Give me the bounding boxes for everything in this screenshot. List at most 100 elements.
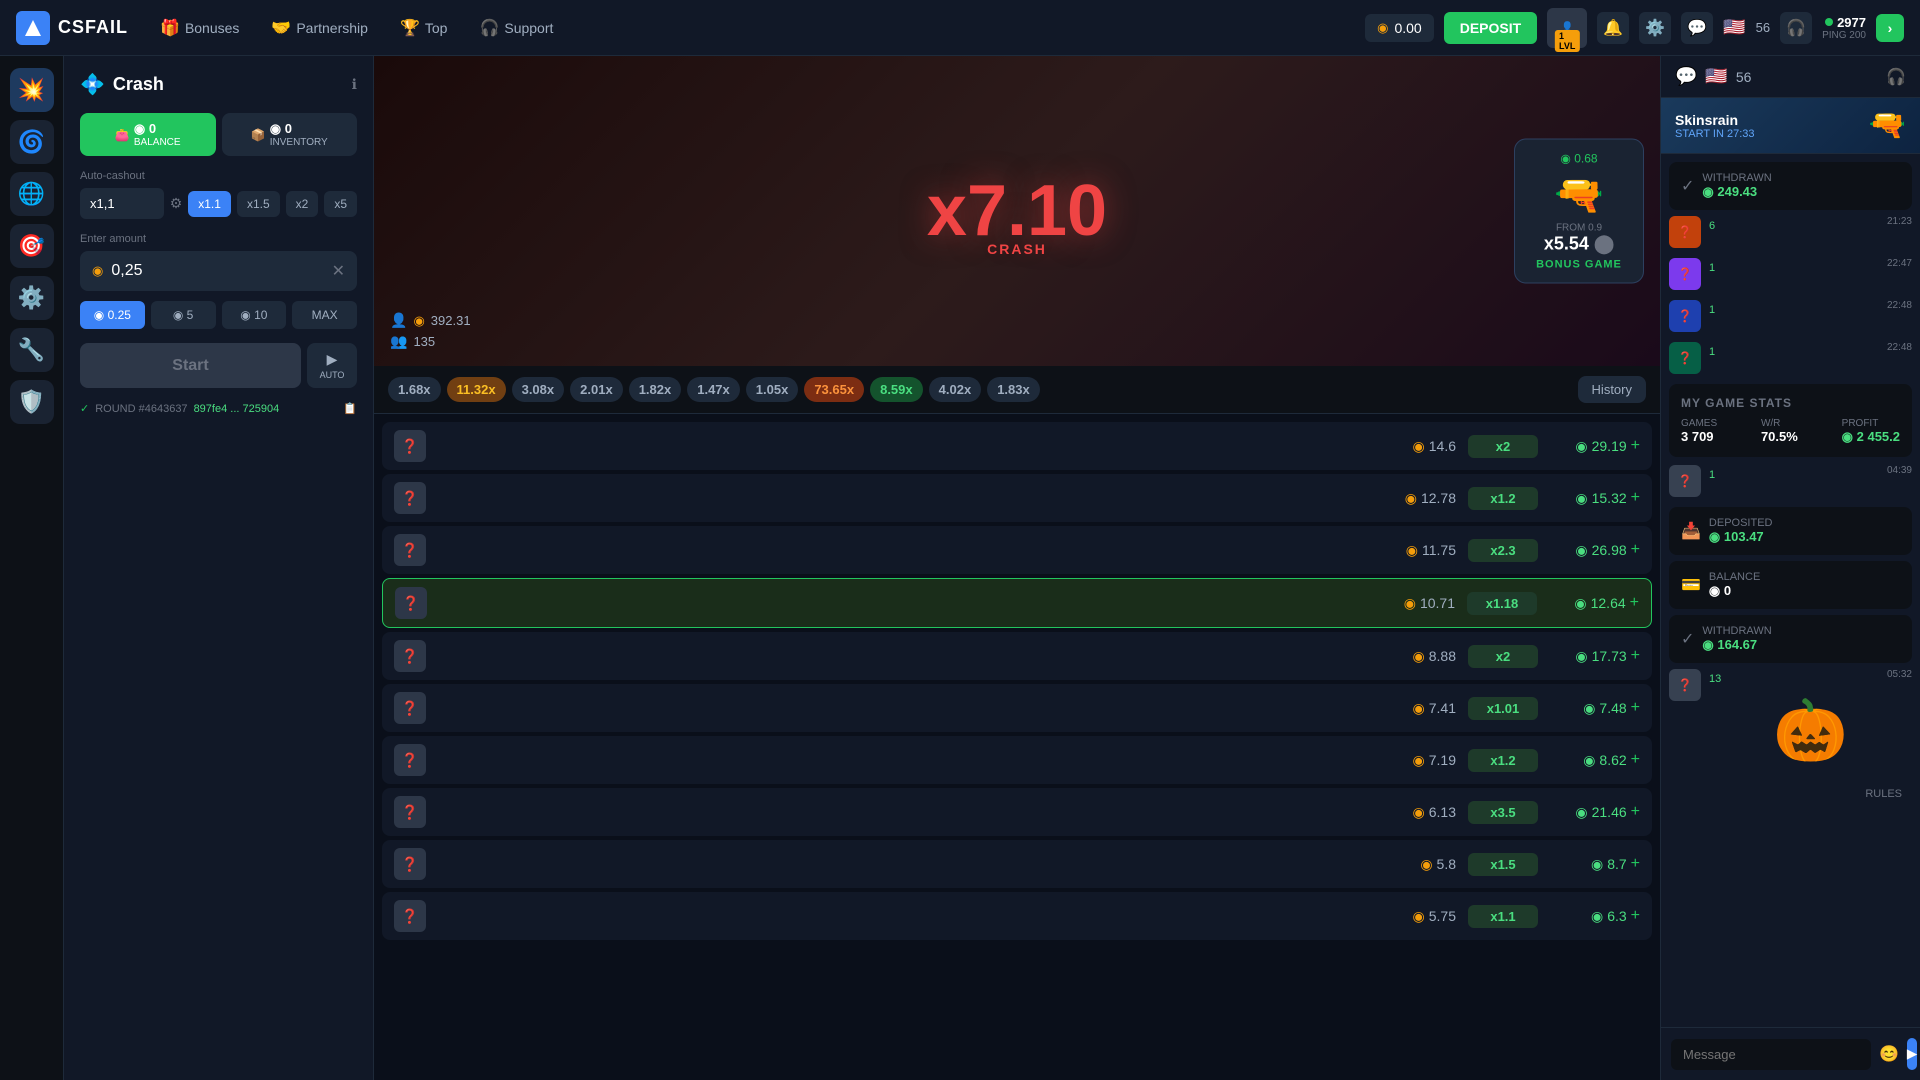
history-button[interactable]: History — [1578, 376, 1646, 403]
table-row: ❓ ◉ 12.78 x1.2 ◉ 15.32 + — [382, 474, 1652, 522]
table-row: ❓ ◉ 6.13 x3.5 ◉ 21.46 + — [382, 788, 1652, 836]
hist-pill[interactable]: 8.59x — [870, 377, 923, 402]
crash-panel-icon: 💠 — [80, 72, 105, 97]
message-input[interactable] — [1671, 1039, 1871, 1070]
headphone-button[interactable]: 🎧 — [1780, 12, 1812, 44]
nav-right: ◉ 0.00 DEPOSIT 👤 1 LVL 🔔 ⚙️ 💬 🇺🇸 56 🎧 29… — [1365, 8, 1904, 48]
mult-btn-2[interactable]: x1.5 — [237, 191, 280, 217]
avatar-2: ❓ — [1669, 258, 1701, 290]
qa-btn-025[interactable]: ◉ 0.25 — [80, 301, 145, 329]
player-mult: x2.3 — [1468, 539, 1538, 562]
tab-balance[interactable]: 👛 ◉ 0 BALANCE — [80, 113, 216, 156]
hist-pill[interactable]: 11.32x — [447, 377, 506, 402]
game-area: x7.10 CRASH 👤 ◉ 392.31 👥 135 — [374, 56, 1660, 1080]
msg-row-4: ❓ 1 22:48 — [1669, 342, 1912, 374]
plus-icon: + — [1631, 541, 1640, 559]
expand-button[interactable]: › — [1876, 14, 1904, 42]
plus-icon: + — [1630, 594, 1639, 612]
qa-btn-max[interactable]: MAX — [292, 301, 357, 329]
emoji-button[interactable]: 😊 — [1879, 1044, 1899, 1064]
mult-btn-4[interactable]: x5 — [324, 191, 357, 217]
sidebar-icon-5[interactable]: 🔧 — [10, 328, 54, 372]
coin-icon: ◉ — [1575, 490, 1587, 507]
rs-content: ✓ WITHDRAWN ◉ 249.43 ❓ 6 21:23 — [1661, 154, 1920, 1027]
msg-row-6: ❓ 13 05:32 🎃 — [1669, 669, 1912, 774]
hist-pill[interactable]: 73.65x — [804, 377, 864, 402]
coin-icon: ◉ — [1413, 752, 1425, 769]
sidebar-icon-6[interactable]: 🛡️ — [10, 380, 54, 424]
auto-icon: ▶ — [327, 351, 338, 368]
nav-item-support[interactable]: 🎧 Support — [467, 12, 565, 44]
player-mult: x2 — [1468, 435, 1538, 458]
panel-header: 💠 Crash ℹ — [80, 72, 357, 97]
start-button[interactable]: Start — [80, 343, 301, 388]
mult-btn-3[interactable]: x2 — [286, 191, 319, 217]
nav-item-top[interactable]: 🏆 Top — [388, 12, 460, 44]
hist-pill[interactable]: 1.05x — [746, 377, 799, 402]
rules-link[interactable]: RULES — [1669, 784, 1912, 804]
hist-pill[interactable]: 2.01x — [570, 377, 623, 402]
right-sidebar: 💬 🇺🇸 56 🎧 Skinsrain START IN 27:33 🔫 ✓ W… — [1660, 56, 1920, 1080]
player-profit: ◉ 21.46 + — [1550, 803, 1640, 821]
send-button[interactable]: ▶ — [1907, 1038, 1917, 1070]
msg-row-3: ❓ 1 22:48 — [1669, 300, 1912, 332]
avatar-3: ❓ — [1669, 300, 1701, 332]
bonus-label: BONUS GAME — [1527, 259, 1631, 271]
qa-btn-5[interactable]: ◉ 5 — [151, 301, 216, 329]
player-profit: ◉ 7.48 + — [1550, 699, 1640, 717]
deposit-button[interactable]: DEPOSIT — [1444, 12, 1537, 44]
hist-pill[interactable]: 1.68x — [388, 377, 441, 402]
player-bet: ◉ 12.78 — [1405, 490, 1456, 507]
chat-toggle-button[interactable]: 💬 — [1681, 12, 1713, 44]
clear-icon[interactable]: ✕ — [332, 261, 345, 281]
plus-icon: + — [1631, 855, 1640, 873]
amount-input[interactable] — [111, 262, 323, 280]
flag-icon-rs: 🇺🇸 — [1705, 66, 1727, 87]
avatar[interactable]: 👤 1 LVL — [1547, 8, 1587, 48]
bonus-game-card: ◉ 0.68 🔫 FROM 0.9 x5.54 ⬤ BONUS GAME — [1514, 139, 1644, 284]
player-profit: ◉ 8.7 + — [1550, 855, 1640, 873]
hist-pill[interactable]: 1.82x — [629, 377, 682, 402]
bonus-price: ◉ 0.68 — [1527, 152, 1631, 166]
table-row: ❓ ◉ 5.75 x1.1 ◉ 6.3 + — [382, 892, 1652, 940]
coin-icon: ◉ — [1583, 752, 1595, 769]
hist-pill[interactable]: 1.47x — [687, 377, 740, 402]
sidebar-icon-4[interactable]: ⚙️ — [10, 276, 54, 320]
mult-btn-1[interactable]: x1.1 — [188, 191, 231, 217]
player-avatar: ❓ — [394, 534, 426, 566]
skin-promo[interactable]: Skinsrain START IN 27:33 🔫 — [1661, 98, 1920, 154]
player-profit: ◉ 15.32 + — [1550, 489, 1640, 507]
balance-tab-label: ◉ 0 BALANCE — [134, 121, 181, 148]
auto-button[interactable]: ▶ AUTO — [307, 343, 357, 388]
amount-input-wrap: ◉ ✕ — [80, 251, 357, 291]
info-icon[interactable]: ℹ — [352, 76, 357, 93]
level-badge: 1 LVL — [1555, 30, 1579, 52]
sidebar-icon-1[interactable]: 🌀 — [10, 120, 54, 164]
tab-inventory[interactable]: 📦 ◉ 0 INVENTORY — [222, 113, 358, 156]
nav-item-bonuses[interactable]: 🎁 Bonuses — [148, 12, 251, 44]
coin-icon: ◉ — [1413, 908, 1425, 925]
hist-pill[interactable]: 4.02x — [929, 377, 982, 402]
sidebar-icon-2[interactable]: 🌐 — [10, 172, 54, 216]
player-profit: ◉ 26.98 + — [1550, 541, 1640, 559]
notification-button[interactable]: 🔔 — [1597, 12, 1629, 44]
settings-button[interactable]: ⚙️ — [1639, 12, 1671, 44]
player-mult: x1.2 — [1468, 749, 1538, 772]
hist-pill[interactable]: 1.83x — [987, 377, 1040, 402]
sidebar-icon-crash[interactable]: 💥 — [10, 68, 54, 112]
hist-pill[interactable]: 3.08x — [512, 377, 565, 402]
player-profit: ◉ 29.19 + — [1550, 437, 1640, 455]
nav-item-partnership[interactable]: 🤝 Partnership — [259, 12, 380, 44]
sidebar-icon-3[interactable]: 🎯 — [10, 224, 54, 268]
copy-icon[interactable]: 📋 — [343, 402, 357, 415]
crash-multiplier: x7.10 — [927, 170, 1107, 252]
player-mult: x3.5 — [1468, 801, 1538, 824]
msg-row-2: ❓ 1 22:47 — [1669, 258, 1912, 290]
skin-info: Skinsrain START IN 27:33 — [1675, 112, 1754, 140]
msg-text-1: 6 21:23 — [1709, 216, 1912, 234]
gear-icon[interactable]: ⚙ — [170, 195, 183, 212]
table-row: ❓ ◉ 11.75 x2.3 ◉ 26.98 + — [382, 526, 1652, 574]
avatar-6: ❓ — [1669, 669, 1701, 701]
multiplier-text-input[interactable] — [80, 188, 164, 219]
qa-btn-10[interactable]: ◉ 10 — [222, 301, 287, 329]
